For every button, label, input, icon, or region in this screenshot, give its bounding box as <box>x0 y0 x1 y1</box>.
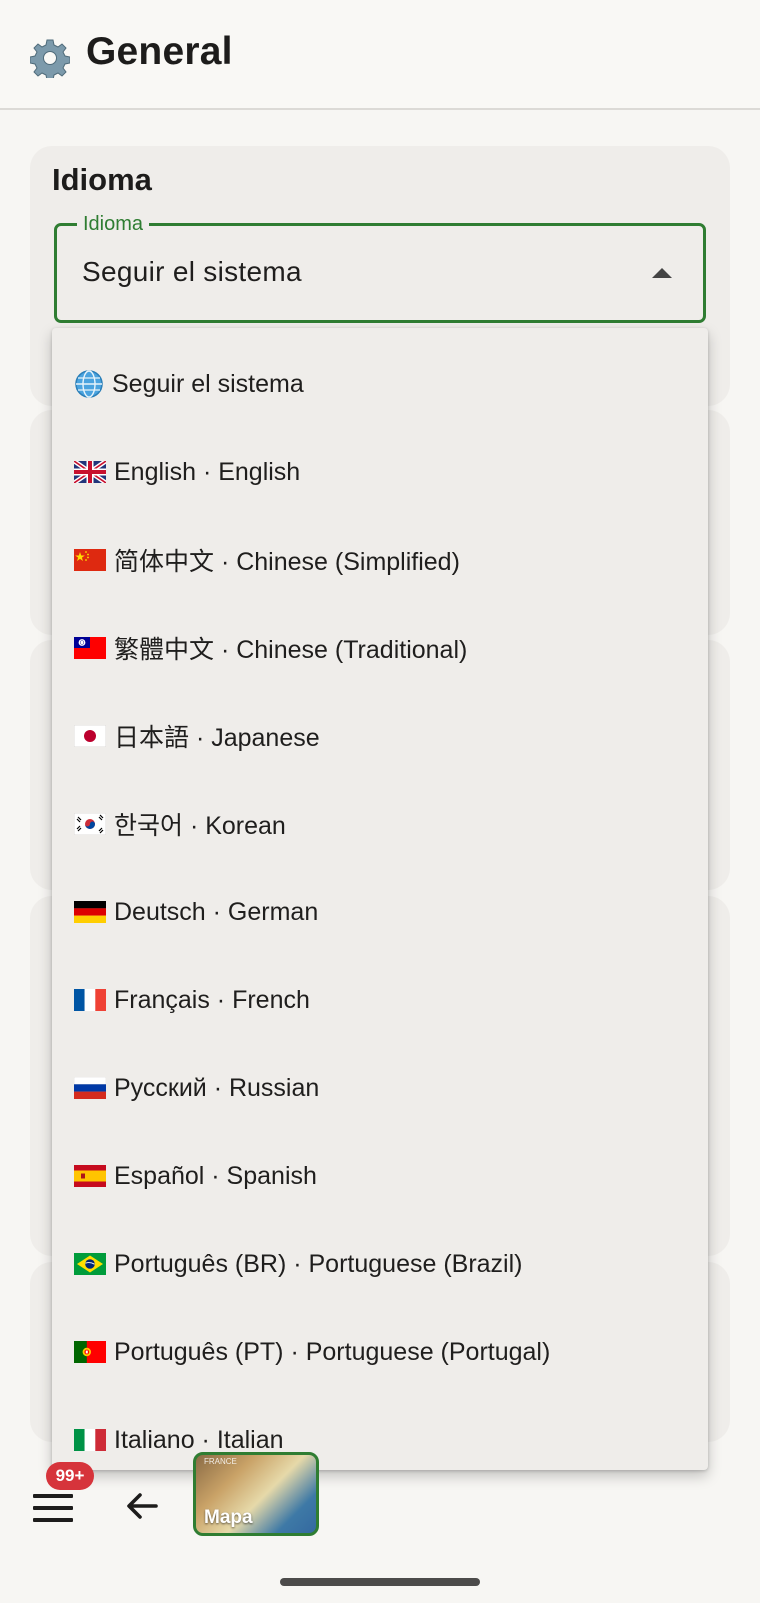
language-option-label: Français · French <box>114 985 310 1014</box>
flag-france-icon <box>74 989 106 1011</box>
language-option-italian[interactable]: Italiano · Italian <box>52 1396 708 1470</box>
map-thumbnail-label: Mapa <box>204 1507 253 1528</box>
language-option-spanish[interactable]: Español · Spanish <box>52 1132 708 1220</box>
bottom-bar: 99+ FRANCE Mapa <box>0 1452 760 1603</box>
flag-taiwan-icon <box>74 637 106 659</box>
flag-russia-icon <box>74 1077 106 1099</box>
language-option-label: Italiano · Italian <box>114 1425 284 1454</box>
flag-china-icon <box>74 549 106 571</box>
language-option-chinese-traditional[interactable]: 繁體中文 · Chinese (Traditional) <box>52 604 708 692</box>
language-option-korean[interactable]: 한국어 · Korean <box>52 780 708 868</box>
map-thumbnail-region: FRANCE <box>204 1457 237 1466</box>
language-option-portuguese-brazil[interactable]: Português (BR) · Portuguese (Brazil) <box>52 1220 708 1308</box>
language-option-label: Seguir el sistema <box>112 369 304 398</box>
top-app-bar: General <box>0 0 760 110</box>
language-option-label: Português (BR) · Portuguese (Brazil) <box>114 1249 523 1278</box>
language-option-english[interactable]: English · English <box>52 428 708 516</box>
language-option-chinese-simplified[interactable]: 简体中文 · Chinese (Simplified) <box>52 516 708 604</box>
language-option-label: 简体中文 · Chinese (Simplified) <box>114 548 460 576</box>
language-option-russian[interactable]: Русский · Russian <box>52 1044 708 1132</box>
flag-germany-icon <box>74 901 106 923</box>
app-root: General Idioma Idioma Seguir el sistema … <box>0 0 760 1603</box>
language-option-label: English · English <box>114 457 301 486</box>
language-dropdown-menu: Seguir el sistema English · English 简体中文… <box>52 328 708 1470</box>
flag-spain-icon <box>74 1165 106 1187</box>
flag-uk-icon <box>74 461 106 483</box>
flag-portugal-icon <box>74 1341 106 1363</box>
flag-brazil-icon <box>74 1253 106 1275</box>
notification-badge: 99+ <box>46 1462 94 1490</box>
language-option-label: Português (PT) · Portuguese (Portugal) <box>114 1337 551 1366</box>
language-option-label: 繁體中文 · Chinese (Traditional) <box>114 636 468 664</box>
caret-up-icon <box>652 268 672 278</box>
language-select[interactable]: Idioma Seguir el sistema <box>54 210 706 323</box>
map-thumbnail-button[interactable]: FRANCE Mapa <box>193 1452 319 1536</box>
page-title: General <box>86 30 233 73</box>
back-arrow-icon[interactable] <box>122 1486 162 1526</box>
language-option-french[interactable]: Français · French <box>52 956 708 1044</box>
language-option-german[interactable]: Deutsch · German <box>52 868 708 956</box>
language-option-label: Deutsch · German <box>114 897 319 926</box>
language-option-label: Русский · Russian <box>114 1073 320 1102</box>
flag-italy-icon <box>74 1429 106 1451</box>
flag-korea-icon <box>74 813 106 835</box>
language-option-label: 日本語 · Japanese <box>114 724 320 752</box>
gear-icon <box>30 39 70 78</box>
language-select-value: Seguir el sistema <box>82 256 302 287</box>
language-select-label: Idioma <box>77 210 150 238</box>
language-option-portuguese-portugal[interactable]: Português (PT) · Portuguese (Portugal) <box>52 1308 708 1396</box>
language-option-label: Español · Spanish <box>114 1161 317 1190</box>
language-card-title: Idioma <box>52 162 152 197</box>
flag-japan-icon <box>74 725 106 747</box>
system-home-indicator[interactable] <box>280 1578 480 1586</box>
globe-icon <box>75 370 103 398</box>
hamburger-menu-icon[interactable] <box>33 1494 73 1524</box>
language-option-japanese[interactable]: 日本語 · Japanese <box>52 692 708 780</box>
language-option-label: 한국어 · Korean <box>114 812 286 840</box>
language-option-system[interactable]: Seguir el sistema <box>52 340 708 428</box>
